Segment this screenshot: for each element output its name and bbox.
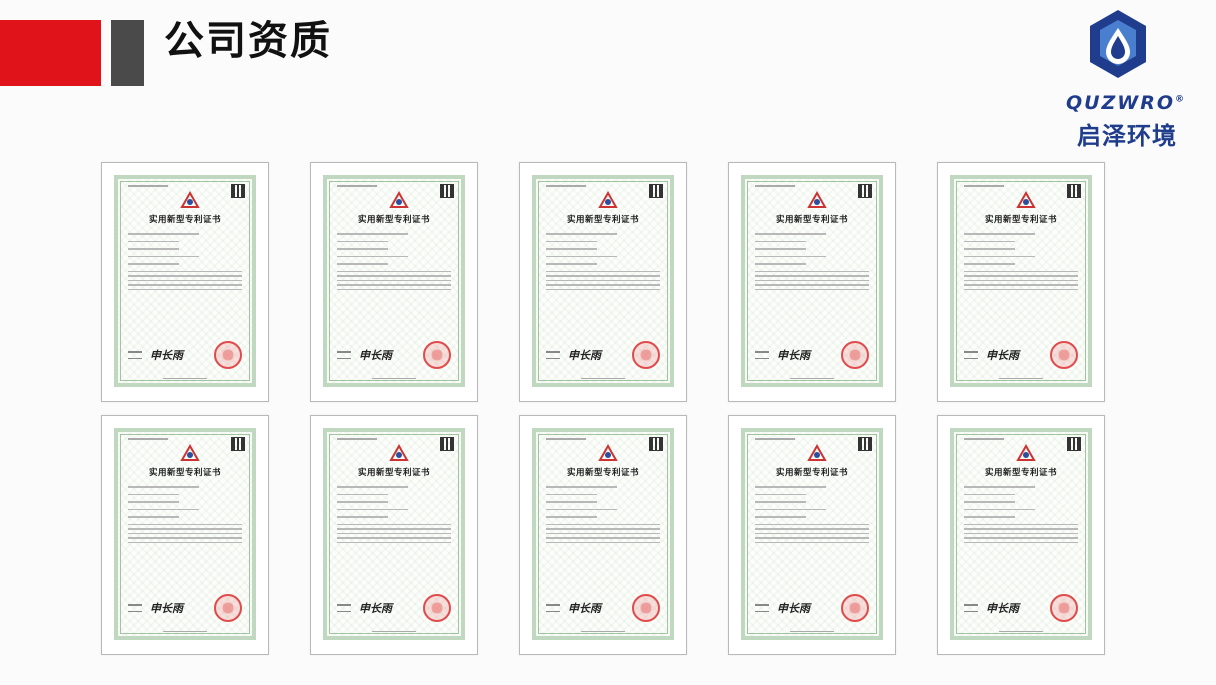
director-signature: 申长雨 [986,349,1019,362]
official-seal-icon [214,341,242,369]
certificate-3: 实用新型专利证书 申长雨 [519,162,687,402]
qr-code-icon [231,437,245,451]
company-logo: QUZWRO® 启泽环境 [1046,8,1206,150]
director-signature: 申长雨 [568,349,601,362]
patent-office-emblem-icon [1016,191,1036,208]
logo-english-name: QUZWRO® [1065,92,1187,114]
certificate-frame: 实用新型专利证书 申长雨 [741,175,883,387]
qr-code-icon [440,437,454,451]
official-seal-icon [423,341,451,369]
certificate-grid: 实用新型专利证书 申长雨 实用新型专利证书 申长雨 实用新型专利证书 申长雨 实… [101,162,1107,655]
director-signature: 申长雨 [568,602,601,615]
qr-code-icon [649,437,663,451]
certificate-2: 实用新型专利证书 申长雨 [310,162,478,402]
logo-chinese-name: 启泽环境 [1077,122,1177,150]
official-seal-icon [841,594,869,622]
certificate-8: 实用新型专利证书 申长雨 [519,415,687,655]
patent-office-emblem-icon [1016,444,1036,461]
water-drop-hexagon-icon [1090,10,1146,78]
certificate-frame: 实用新型专利证书 申长雨 [323,428,465,640]
certificate-frame: 实用新型专利证书 申长雨 [950,175,1092,387]
patent-office-emblem-icon [598,191,618,208]
director-signature: 申长雨 [986,602,1019,615]
certificate-frame: 实用新型专利证书 申长雨 [532,428,674,640]
patent-office-emblem-icon [807,444,827,461]
director-signature: 申长雨 [359,349,392,362]
director-signature: 申长雨 [777,349,810,362]
director-signature: 申长雨 [359,602,392,615]
certificate-frame: 实用新型专利证书 申长雨 [323,175,465,387]
registered-mark: ® [1175,94,1187,105]
certificate-title: 实用新型专利证书 [148,468,221,478]
certificate-7: 实用新型专利证书 申长雨 [310,415,478,655]
certificate-frame: 实用新型专利证书 申长雨 [950,428,1092,640]
official-seal-icon [632,594,660,622]
official-seal-icon [841,341,869,369]
official-seal-icon [214,594,242,622]
official-seal-icon [632,341,660,369]
certificate-title: 实用新型专利证书 [775,215,848,225]
qr-code-icon [858,437,872,451]
patent-office-emblem-icon [389,444,409,461]
slide: 公司资质 QUZWRO® 启泽环境 实用新型专利证书 申长雨 实用新型专利证书 … [0,0,1216,685]
qr-code-icon [649,184,663,198]
certificate-title: 实用新型专利证书 [357,468,430,478]
patent-office-emblem-icon [807,191,827,208]
qr-code-icon [1067,437,1081,451]
certificate-9: 实用新型专利证书 申长雨 [728,415,896,655]
certificate-frame: 实用新型专利证书 申长雨 [532,175,674,387]
certificate-title: 实用新型专利证书 [984,468,1057,478]
qr-code-icon [440,184,454,198]
qr-code-icon [1067,184,1081,198]
certificate-1: 实用新型专利证书 申长雨 [101,162,269,402]
certificate-frame: 实用新型专利证书 申长雨 [114,175,256,387]
patent-office-emblem-icon [598,444,618,461]
certificate-frame: 实用新型专利证书 申长雨 [114,428,256,640]
certificate-4: 实用新型专利证书 申长雨 [728,162,896,402]
certificate-title: 实用新型专利证书 [775,468,848,478]
director-signature: 申长雨 [150,349,183,362]
official-seal-icon [423,594,451,622]
certificate-title: 实用新型专利证书 [566,468,639,478]
certificate-title: 实用新型专利证书 [566,215,639,225]
qr-code-icon [231,184,245,198]
patent-office-emblem-icon [180,444,200,461]
certificate-10: 实用新型专利证书 申长雨 [937,415,1105,655]
certificate-6: 实用新型专利证书 申长雨 [101,415,269,655]
certificate-title: 实用新型专利证书 [984,215,1057,225]
patent-office-emblem-icon [389,191,409,208]
director-signature: 申长雨 [777,602,810,615]
page-title: 公司资质 [164,18,332,64]
certificate-title: 实用新型专利证书 [357,215,430,225]
patent-office-emblem-icon [180,191,200,208]
certificate-5: 实用新型专利证书 申长雨 [937,162,1105,402]
official-seal-icon [1050,341,1078,369]
official-seal-icon [1050,594,1078,622]
header-gray-bar [111,20,144,86]
certificate-frame: 实用新型专利证书 申长雨 [741,428,883,640]
header-red-bar [0,20,101,86]
qr-code-icon [858,184,872,198]
certificate-title: 实用新型专利证书 [148,215,221,225]
director-signature: 申长雨 [150,602,183,615]
